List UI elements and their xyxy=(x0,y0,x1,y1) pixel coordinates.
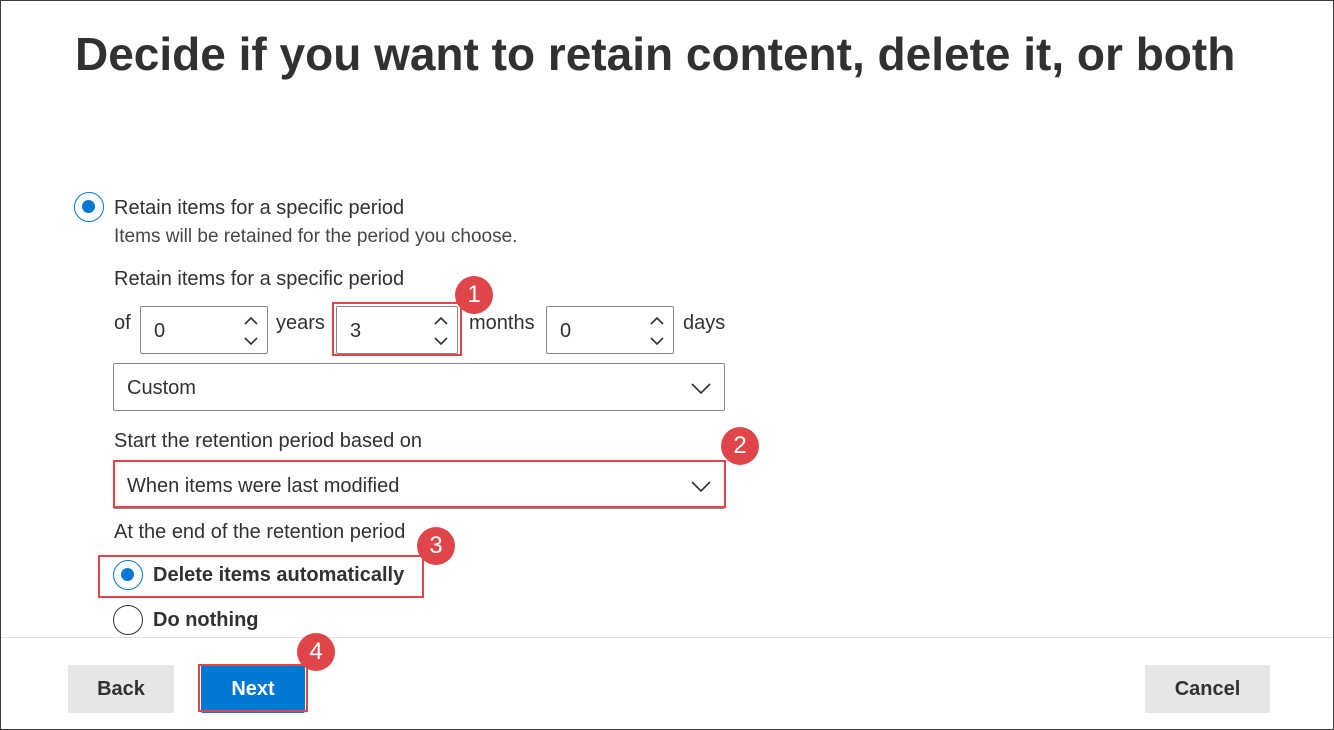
days-unit-label: days xyxy=(683,312,726,334)
chevron-down-icon[interactable] xyxy=(433,333,449,349)
chevron-up-icon[interactable] xyxy=(433,312,449,328)
chevron-down-icon xyxy=(691,383,711,395)
start-based-on-heading: Start the retention period based on xyxy=(114,430,422,452)
step-1-badge: 1 xyxy=(455,276,493,314)
months-unit-label: months xyxy=(469,312,535,334)
cancel-button[interactable]: Cancel xyxy=(1145,665,1270,713)
start-based-on-value: When items were last modified xyxy=(127,475,400,497)
of-label: of xyxy=(114,312,131,334)
chevron-up-icon[interactable] xyxy=(243,312,259,328)
retain-period-description: Items will be retained for the period yo… xyxy=(114,226,518,247)
days-value: 0 xyxy=(560,320,572,342)
chevron-down-icon[interactable] xyxy=(243,333,259,349)
chevron-down-icon[interactable] xyxy=(649,333,665,349)
back-button[interactable]: Back xyxy=(68,665,174,713)
chevron-down-icon xyxy=(691,481,711,493)
delete-items-label: Delete items automatically xyxy=(153,564,405,586)
do-nothing-label: Do nothing xyxy=(153,609,259,631)
years-value: 0 xyxy=(154,320,166,342)
period-heading: Retain items for a specific period xyxy=(114,268,405,290)
end-action-heading: At the end of the retention period xyxy=(114,521,406,543)
start-based-on-dropdown[interactable]: When items were last modified xyxy=(113,461,725,509)
page-title: Decide if you want to retain content, de… xyxy=(75,28,1236,80)
next-button[interactable]: Next xyxy=(201,665,305,713)
chevron-up-icon[interactable] xyxy=(649,312,665,328)
days-stepper[interactable]: 0 xyxy=(546,306,674,354)
step-3-badge: 3 xyxy=(417,527,455,565)
step-2-badge: 2 xyxy=(721,427,759,465)
retain-period-label: Retain items for a specific period xyxy=(114,197,405,219)
delete-items-radio[interactable] xyxy=(113,560,143,590)
period-preset-dropdown[interactable]: Custom xyxy=(113,363,725,411)
do-nothing-radio[interactable] xyxy=(113,605,143,635)
footer-divider xyxy=(1,637,1333,638)
retain-period-radio[interactable] xyxy=(74,192,104,222)
step-4-badge: 4 xyxy=(297,633,335,671)
period-preset-value: Custom xyxy=(127,377,196,399)
months-stepper[interactable]: 3 xyxy=(336,306,458,354)
months-value: 3 xyxy=(350,320,362,342)
years-unit-label: years xyxy=(276,312,325,334)
years-stepper[interactable]: 0 xyxy=(140,306,268,354)
